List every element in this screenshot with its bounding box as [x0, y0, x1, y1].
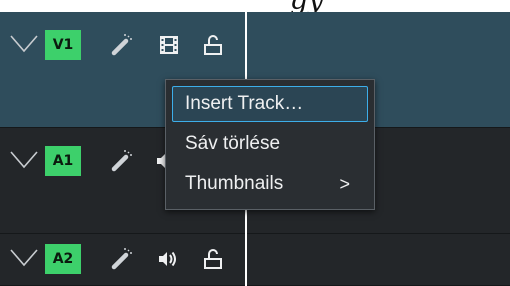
track-a2[interactable]: A2 [0, 234, 510, 286]
menu-item-label: Insert Track… [185, 93, 304, 114]
menu-item-insert-track[interactable]: Insert Track… [172, 86, 368, 122]
track-name-badge[interactable]: A2 [45, 244, 81, 274]
effects-wand-icon[interactable] [108, 244, 134, 274]
lock-icon[interactable] [200, 30, 226, 60]
menu-item-label: Thumbnails [185, 173, 284, 194]
speaker-icon[interactable] [154, 244, 180, 274]
menu-item-label: Sáv törlése [185, 133, 281, 154]
track-header: V1 [0, 30, 245, 64]
track-header: A2 [0, 244, 245, 278]
track-context-menu: Insert Track… Sáv törlése Thumbnails > [165, 79, 375, 210]
chevron-down-icon[interactable] [10, 150, 38, 170]
menu-item-thumbnails[interactable]: Thumbnails > [172, 166, 368, 202]
partial-heading-text: gy [290, 0, 324, 12]
top-strip: gy [0, 0, 510, 12]
lock-icon[interactable] [200, 244, 226, 274]
track-name-badge[interactable]: V1 [45, 30, 81, 60]
menu-item-delete-track[interactable]: Sáv törlése [172, 126, 368, 162]
effects-wand-icon[interactable] [108, 146, 134, 176]
submenu-arrow-icon: > [339, 174, 350, 194]
track-name-badge[interactable]: A1 [45, 146, 81, 176]
effects-wand-icon[interactable] [108, 30, 134, 60]
film-icon[interactable] [156, 30, 182, 60]
chevron-down-icon[interactable] [10, 34, 38, 54]
chevron-down-icon[interactable] [10, 248, 38, 268]
